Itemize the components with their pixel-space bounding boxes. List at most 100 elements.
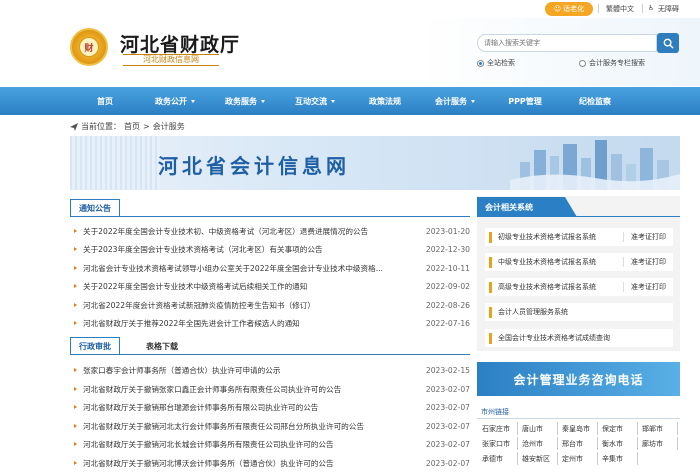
approval-row[interactable]: 河北省财政厅关于撤销河北长城会计师事务所有限责任公司执业许可的公告 2023-0… (74, 435, 470, 453)
notice-row[interactable]: 关于2022年度全国会计专业技术初、中级资格考试（河北考区）退费进展情况的公告 … (74, 222, 470, 240)
notice-title[interactable]: 关于2022年度全国会计专业技术中级资格考试后续相关工作的通知 (83, 281, 424, 292)
accessibility-link[interactable]: 无障碍 (658, 4, 679, 14)
approval-date: 2023-02-07 (425, 439, 470, 449)
breadcrumb-home[interactable]: 首页 (124, 121, 140, 132)
nav-item-accounting[interactable]: 会计服务 (420, 87, 490, 115)
city-link[interactable]: 邢台市 (560, 437, 598, 450)
city-link[interactable]: 张家口市 (480, 437, 518, 450)
notice-row[interactable]: 河北省会计专业技术资格考试领导小组办公室关于2022年度全国会计专业技术中级资格… (74, 259, 470, 277)
admission-ticket-link[interactable]: 准考证打印 (623, 232, 673, 242)
system-link-label[interactable]: 高级专业技术资格考试报名系统 (498, 282, 623, 292)
system-link-label[interactable]: 会计人员管理服务系统 (498, 307, 673, 317)
system-link-junior-exam[interactable]: 初级专业技术资格考试报名系统 准考证打印 (485, 228, 673, 246)
tab-notices[interactable]: 通知公告 (70, 199, 120, 217)
nav-item-gov-services[interactable]: 政务服务 (210, 87, 280, 115)
notice-row[interactable]: 河北省财政厅关于推荐2022年全国先进会计工作者候选人的通知 2022-07-1… (74, 314, 470, 332)
emblem-icon[interactable]: 财 (70, 28, 108, 66)
system-link-personnel-mgmt[interactable]: 会计人员管理服务系统 (485, 303, 673, 321)
nav-item-policy[interactable]: 政策法规 (350, 87, 420, 115)
city-links-title: 市州链接 (481, 408, 509, 416)
approval-row[interactable]: 河北省财政厅关于撤销河北博沃会计师事务所（普通合伙）执业许可的公告 2023-0… (74, 454, 470, 472)
bullet-arrow-icon (74, 321, 77, 325)
admission-ticket-link[interactable]: 准考证打印 (623, 282, 673, 292)
approval-title[interactable]: 河北省财政厅关于撤销张家口鑫正会计师事务所有限责任公司执业许可的公告 (83, 384, 424, 395)
admission-ticket-link[interactable]: 准考证打印 (623, 257, 673, 267)
approval-title[interactable]: 张家口春宇会计师事务所（普通合伙）执业许可申请的公示 (83, 365, 424, 376)
city-skyline-icon (510, 140, 680, 190)
notice-title[interactable]: 关于2023年度全国会计专业技术资格考试（河北考区）有关事项的公告 (83, 244, 424, 255)
notice-row[interactable]: 关于2022年度全国会计专业技术中级资格考试后续相关工作的通知 2022-09-… (74, 277, 470, 295)
notice-row[interactable]: 关于2023年度全国会计专业技术资格考试（河北考区）有关事项的公告 2022-1… (74, 240, 470, 258)
approval-title[interactable]: 河北省财政厅关于撤销河北博沃会计师事务所（普通合伙）执业许可的公告 (83, 458, 424, 469)
approval-date: 2023-02-07 (425, 384, 470, 394)
accounting-systems-panel (477, 196, 680, 351)
city-link[interactable]: 廊坊市 (640, 437, 678, 450)
city-link[interactable]: 雄安新区 (520, 452, 558, 465)
breadcrumb-current[interactable]: 会计服务 (153, 121, 185, 132)
system-link-score-query[interactable]: 全国会计专业技术资格考试成绩查询 (485, 329, 673, 347)
notice-date: 2023-01-20 (425, 226, 470, 236)
site-subtitle: 河北财政信息网 (123, 54, 219, 66)
city-link[interactable]: 沧州市 (520, 437, 558, 450)
tab-underline (70, 216, 470, 217)
radio-selected-icon[interactable] (477, 59, 484, 67)
search-input[interactable] (477, 34, 657, 52)
city-link[interactable]: 邯郸市 (640, 422, 678, 435)
consultation-phone-banner[interactable]: 会计管理业务咨询电话 (477, 362, 680, 396)
nav-label: PPP管理 (508, 96, 542, 106)
search-icon (663, 38, 674, 49)
approval-row[interactable]: 张家口春宇会计师事务所（普通合伙）执业许可申请的公示 2023-02-15 (74, 361, 470, 379)
city-link[interactable]: 唐山市 (520, 422, 558, 435)
search-scope-site[interactable]: 全站检索 (477, 58, 515, 68)
system-link-label[interactable]: 全国会计专业技术资格考试成绩查询 (498, 333, 673, 343)
nav-item-home[interactable]: 首页 (70, 87, 140, 115)
bullet-arrow-icon (74, 405, 77, 409)
notice-title[interactable]: 关于2022年度全国会计专业技术初、中级资格考试（河北考区）退费进展情况的公告 (83, 226, 424, 237)
notice-title[interactable]: 河北省2022年度会计资格考试新冠肺炎疫情防控考生告知书（修订） (83, 300, 424, 311)
site-title[interactable]: 河北省财政厅 (120, 30, 240, 57)
traditional-chinese-link[interactable]: 繁體中文 (606, 4, 634, 14)
top-divider (598, 4, 599, 13)
location-icon (70, 122, 78, 131)
nav-item-ppp[interactable]: PPP管理 (490, 87, 560, 115)
breadcrumb: 当前位置： 首页 > 会计服务 (70, 121, 185, 132)
approval-title[interactable]: 河北省财政厅关于撤销河北太行会计师事务所有限责任公司邢台分所执业许可的公告 (83, 421, 424, 432)
notice-date: 2022-09-02 (425, 281, 470, 291)
tab-forms-download[interactable]: 表格下载 (138, 337, 186, 355)
search-scope-accounting[interactable]: 会计服务专栏搜索 (579, 58, 645, 68)
approval-date: 2023-02-07 (425, 458, 470, 468)
accounting-banner: 河北省会计信息网 (70, 136, 680, 190)
city-link[interactable]: 石家庄市 (480, 422, 518, 435)
city-link[interactable]: 秦皇岛市 (560, 422, 598, 435)
notice-row[interactable]: 河北省2022年度会计资格考试新冠肺炎疫情防控考生告知书（修订） 2022-08… (74, 296, 470, 314)
city-link[interactable]: 承德市 (480, 452, 518, 465)
nav-item-interaction[interactable]: 互动交流 (280, 87, 350, 115)
tab-approvals[interactable]: 行政审批 (70, 337, 120, 355)
city-link[interactable]: 保定市 (600, 422, 638, 435)
approval-title[interactable]: 河北省财政厅关于撤销河北长城会计师事务所有限责任公司执业许可的公告 (83, 439, 424, 450)
city-link[interactable]: 定州市 (560, 452, 598, 465)
notice-title[interactable]: 河北省会计专业技术资格考试领导小组办公室关于2022年度全国会计专业技术中级资格… (83, 263, 424, 274)
approval-row[interactable]: 河北省财政厅关于撤销邢台瑞源会计师事务所有限公司执业许可的公告 2023-02-… (74, 398, 470, 416)
system-link-senior-exam[interactable]: 高级专业技术资格考试报名系统 准考证打印 (485, 278, 673, 296)
approval-row[interactable]: 河北省财政厅关于撤销张家口鑫正会计师事务所有限责任公司执业许可的公告 2023-… (74, 380, 470, 398)
approval-date: 2023-02-07 (425, 402, 470, 412)
system-link-label[interactable]: 中级专业技术资格考试报名系统 (498, 257, 623, 267)
radio-unselected-icon[interactable] (579, 59, 586, 67)
system-link-intermediate-exam[interactable]: 中级专业技术资格考试报名系统 准考证打印 (485, 253, 673, 271)
system-link-label[interactable]: 初级专业技术资格考试报名系统 (498, 232, 623, 242)
city-link[interactable]: 辛集市 (600, 452, 638, 465)
site-header: 财 河北省财政厅 河北财政信息网 全站检索 会计服务专栏搜索 (0, 18, 700, 86)
elderly-care-button[interactable]: ☺ 适老化 (545, 2, 593, 16)
nav-item-gov-affairs[interactable]: 政务公开 (140, 87, 210, 115)
bullet-arrow-icon (74, 229, 77, 233)
approval-title[interactable]: 河北省财政厅关于撤销邢台瑞源会计师事务所有限公司执业许可的公告 (83, 402, 424, 413)
notice-title[interactable]: 河北省财政厅关于推荐2022年全国先进会计工作者候选人的通知 (83, 318, 424, 329)
nav-item-discipline[interactable]: 纪检监察 (560, 87, 630, 115)
approval-row[interactable]: 河北省财政厅关于撤销河北太行会计师事务所有限责任公司邢台分所执业许可的公告 20… (74, 417, 470, 435)
search-button[interactable] (657, 33, 679, 53)
bullet-arrow-icon (74, 284, 77, 288)
city-link[interactable]: 衡水市 (600, 437, 638, 450)
top-bar: ☺ 适老化 繁體中文 ♿ 无障碍 (0, 0, 700, 18)
accessibility-icon[interactable]: ♿ (648, 4, 654, 12)
